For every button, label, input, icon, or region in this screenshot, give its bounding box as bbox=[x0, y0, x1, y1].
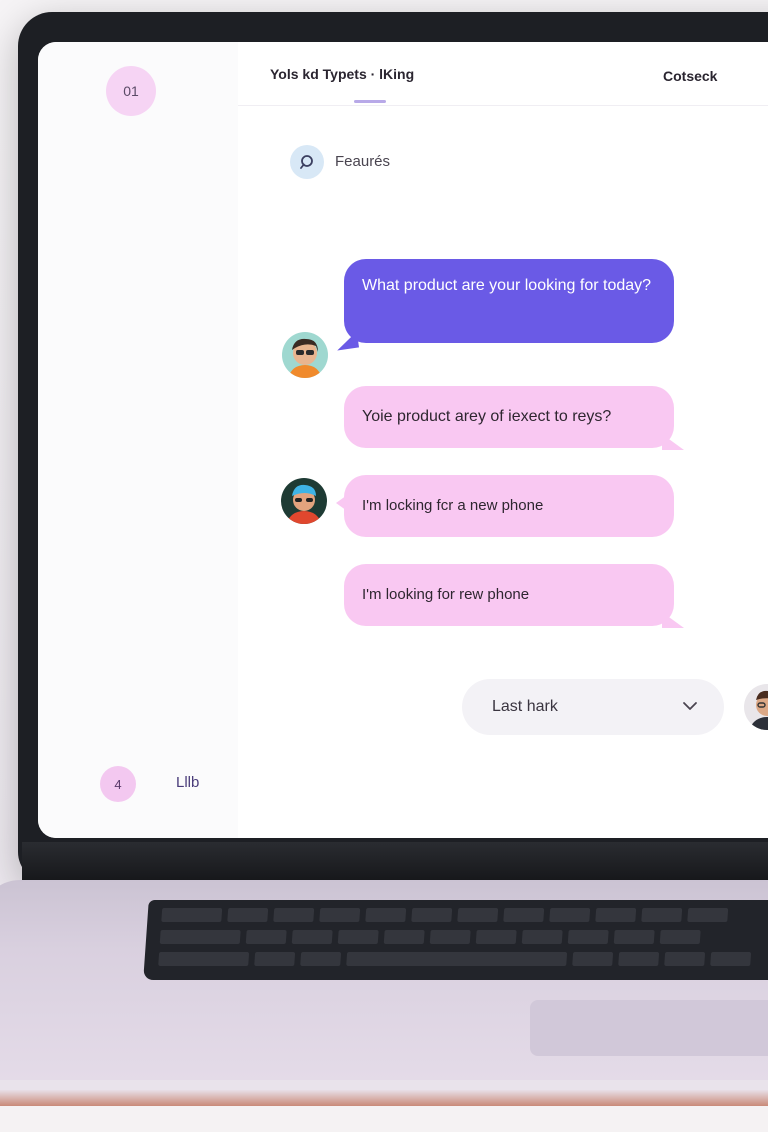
dropdown-selected-value: Last hark bbox=[492, 698, 558, 715]
app-screen: 01 4 Lllb Yols kd Typets · lKing Cotseck… bbox=[38, 42, 768, 838]
avatar bbox=[281, 478, 327, 524]
table-surface bbox=[0, 1106, 768, 1132]
laptop-keyboard bbox=[143, 900, 768, 980]
chat-message-user: I'm locking fcr a new phone bbox=[336, 475, 674, 537]
filter-dropdown[interactable]: Last hark bbox=[462, 679, 724, 735]
sidebar-top-badge[interactable]: 01 bbox=[106, 66, 156, 116]
chevron-down-icon bbox=[682, 698, 698, 716]
chat-message-bot: What product are your looking for today? bbox=[344, 259, 674, 343]
sidebar-bottom-label[interactable]: Lllb bbox=[176, 774, 199, 791]
avatar bbox=[282, 332, 328, 378]
chat-message-user: Yoie product arey of iexect to reys? bbox=[344, 386, 684, 450]
laptop-touchpad bbox=[530, 1000, 768, 1056]
header-divider bbox=[238, 105, 768, 106]
header-right-link[interactable]: Cotseck bbox=[663, 68, 717, 84]
header-tab-title[interactable]: Yols kd Typets · lKing bbox=[270, 66, 414, 82]
chat-message-user: I'm looking for rew phone bbox=[344, 564, 684, 628]
avatar bbox=[744, 684, 768, 730]
search-icon[interactable] bbox=[290, 145, 324, 179]
laptop-base-edge bbox=[0, 1090, 768, 1106]
laptop-scene: 01 4 Lllb Yols kd Typets · lKing Cotseck… bbox=[0, 0, 768, 1132]
laptop-bezel-bottom bbox=[22, 842, 768, 882]
sidebar-bottom-badge[interactable]: 4 bbox=[100, 766, 136, 802]
features-label[interactable]: Feaurés bbox=[335, 153, 390, 170]
active-tab-indicator bbox=[354, 100, 386, 103]
sidebar: 01 4 Lllb bbox=[38, 42, 238, 838]
